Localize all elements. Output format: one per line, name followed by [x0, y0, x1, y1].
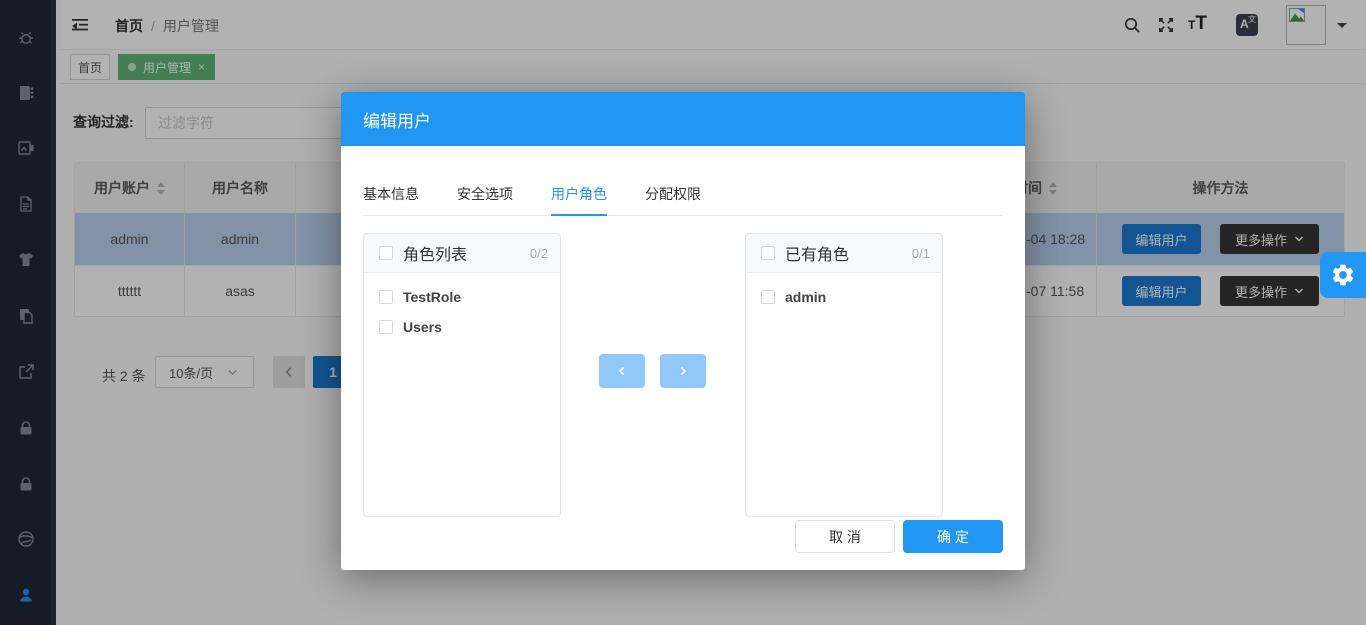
modal-title: 编辑用户 [363, 107, 431, 132]
confirm-button[interactable]: 确 定 [903, 520, 1003, 553]
list-item[interactable]: TestRole [364, 282, 560, 312]
checkbox[interactable] [379, 320, 393, 334]
chevron-left-icon [616, 365, 628, 377]
checkbox[interactable] [761, 290, 775, 304]
select-all-checkbox[interactable] [379, 246, 393, 260]
tab-security-options[interactable]: 安全选项 [457, 184, 513, 216]
chevron-right-icon [677, 365, 689, 377]
transfer-target-count: 0/1 [912, 246, 930, 261]
modal-header: 编辑用户 [341, 92, 1025, 146]
transfer-source-count: 0/2 [530, 246, 548, 261]
role-label: Users [403, 319, 442, 335]
screen: 首页/用户管理 TT A文 首页 用户管理 × 查询过滤: 用户账户 用户名称 … [0, 0, 1366, 625]
edit-user-modal: 编辑用户 基本信息 安全选项 用户角色 分配权限 角色列表 0/2 TestRo… [341, 92, 1025, 570]
cancel-button[interactable]: 取 消 [795, 520, 895, 553]
list-item[interactable]: Users [364, 312, 560, 342]
gear-icon [1330, 262, 1356, 288]
role-label: TestRole [403, 289, 461, 305]
transfer-target-header: 已有角色 0/1 [746, 234, 942, 273]
transfer-source-header: 角色列表 0/2 [364, 234, 560, 273]
transfer-target-title: 已有角色 [785, 241, 902, 265]
transfer-left-button[interactable] [599, 354, 645, 388]
transfer-right-button[interactable] [660, 354, 706, 388]
transfer-source-title: 角色列表 [403, 241, 520, 265]
tab-assign-permissions[interactable]: 分配权限 [645, 184, 701, 216]
transfer-target-panel: 已有角色 0/1 admin [745, 233, 943, 517]
checkbox[interactable] [379, 290, 393, 304]
role-label: admin [785, 289, 826, 305]
transfer-target-items: admin [746, 273, 942, 312]
select-all-checkbox[interactable] [761, 246, 775, 260]
settings-fab[interactable] [1320, 252, 1366, 298]
tab-basic-info[interactable]: 基本信息 [363, 184, 419, 216]
list-item[interactable]: admin [746, 282, 942, 312]
transfer-source-items: TestRole Users [364, 273, 560, 342]
modal-tabs: 基本信息 安全选项 用户角色 分配权限 [363, 184, 1003, 216]
tab-user-roles[interactable]: 用户角色 [551, 184, 607, 216]
transfer-source-panel: 角色列表 0/2 TestRole Users [363, 233, 561, 517]
